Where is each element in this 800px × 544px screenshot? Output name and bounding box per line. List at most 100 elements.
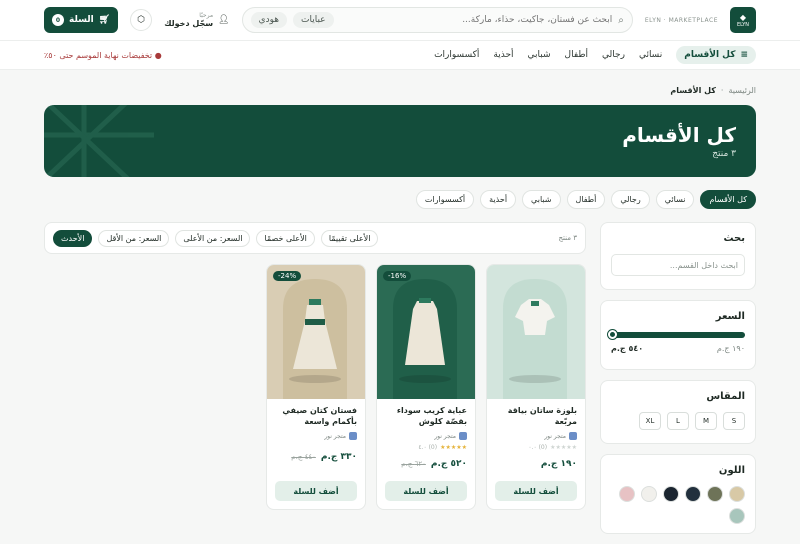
cart-label: السلة [69,15,94,25]
add-to-cart-button[interactable]: أضف للسلة [385,481,467,501]
search-chip-abaya[interactable]: عبايات [293,12,334,28]
promo-banner[interactable]: ● تخفيضات نهاية الموسم حتى ٥٠٪ [44,51,162,60]
brand-logo[interactable]: ◆ ELYN [730,7,756,33]
search-bar[interactable]: ⌕ عبايات هودي [241,7,633,33]
product-name[interactable]: عباية كريب سوداء بقصّة كلوش [385,405,467,429]
product-image[interactable]: 24%- [267,265,365,399]
brand-subtitle: ELYN · MARKETPLACE [644,16,718,24]
filter-sidebar: بحث ابحث داخل القسم... السعر ١٩٠ ج.م ٥٤٠… [600,222,756,544]
user-icon: 👤︎ [218,15,230,25]
product-image[interactable] [487,265,585,399]
price-range-fill [611,332,745,338]
sort-top-rated[interactable]: الأعلى تقييمًا [320,229,379,247]
product-card[interactable]: 24%- فستان كتان صيفي بأكمام واسعة متجر ن… [266,264,366,510]
size-s[interactable]: S [723,412,745,430]
sort-price-high[interactable]: السعر: من الأعلى [175,229,251,247]
price-min: ١٩٠ ج.م [716,344,745,353]
garment-illustration [283,279,347,399]
search-chip-hoodie[interactable]: هودي [250,12,287,28]
search-icon[interactable]: ⌕ [618,15,624,26]
nav-youth[interactable]: شبابي [528,50,551,60]
garment-illustration [503,279,567,399]
filter-search-panel: بحث ابحث داخل القسم... [600,222,756,290]
add-to-cart-button[interactable]: أضف للسلة [275,481,357,501]
box-icon[interactable]: ⬡ [130,9,153,31]
garment-illustration [393,279,457,399]
price-slider-handle[interactable] [608,330,617,339]
filter-search-title: بحث [723,233,745,244]
product-vendor[interactable]: متجر نور [324,433,346,440]
breadcrumb-home[interactable]: الرئيسية [728,86,756,95]
color-swatch[interactable] [685,486,701,502]
price-slider[interactable] [608,330,745,339]
product-count: ٣ منتج [712,149,736,159]
pill-shoes[interactable]: أحذية [480,190,517,209]
product-image[interactable]: 16%- [377,265,475,399]
filter-search-input[interactable]: ابحث داخل القسم... [611,254,745,276]
pill-men[interactable]: رجالي [611,190,650,209]
vendor-icon [349,432,357,440]
add-to-cart-button[interactable]: أضف للسلة [495,481,577,501]
sort-bar: ٣ منتج الأعلى تقييمًا الأعلى خصمًا السعر… [44,222,586,254]
product-name[interactable]: بلوزة ساتان بياقة مربّعة [495,405,577,429]
size-xl[interactable]: XL [639,412,661,430]
filter-size-title: المقاس [706,391,745,402]
product-price: ٣٣٠ ج.م [320,452,357,462]
sort-top-discount[interactable]: الأعلى خصمًا [256,229,315,247]
color-swatch[interactable] [707,486,723,502]
nav-men[interactable]: رجالي [602,50,625,60]
sort-price-low[interactable]: السعر: من الأقل [98,229,170,247]
menu-icon: ≡ [740,50,748,60]
color-swatch[interactable] [729,508,745,524]
nav-accessories[interactable]: أكسسوارات [434,50,479,60]
pill-women[interactable]: نسائي [655,190,695,209]
color-swatches [611,486,745,524]
rating-value: (0) ٠.٠ [528,444,548,451]
color-swatch[interactable] [663,486,679,502]
filter-price-panel: السعر ١٩٠ ج.م ٥٤٠ ج.م [600,300,756,370]
vendor-icon [459,432,467,440]
filter-price-title: السعر [715,311,745,322]
size-m[interactable]: M [695,412,717,430]
price-max: ٥٤٠ ج.م [611,344,644,353]
nav-shoes[interactable]: أحذية [493,50,513,60]
nav-kids[interactable]: أطفال [565,50,589,60]
logo-text: ELYN [736,21,750,28]
product-vendor[interactable]: متجر نور [544,433,566,440]
product-card[interactable]: بلوزة ساتان بياقة مربّعة متجر نور ★★★★★(… [486,264,586,510]
product-old-price: ٤٤٠ ج.م [291,453,316,461]
filter-size-panel: المقاس S M L XL [600,380,756,444]
pill-all[interactable]: كل الأقسام [700,190,756,209]
nav-all-categories[interactable]: ≡ كل الأقسام [676,46,756,64]
product-card[interactable]: 16%- عباية كريب سوداء بقصّة كلوش متجر نو… [376,264,476,510]
rating-stars: ★★★★★ [550,444,577,451]
pill-kids[interactable]: أطفال [566,190,606,209]
filter-color-title: اللون [718,465,745,476]
pill-youth[interactable]: شبابي [522,190,561,209]
vendor-icon [569,432,577,440]
logo-mark-icon: ◆ [739,12,747,22]
rating-stars: ★★★★★ [440,444,467,451]
pill-accessories[interactable]: أكسسوارات [415,190,475,209]
breadcrumb-current: كل الأقسام [670,86,716,95]
product-name[interactable]: فستان كتان صيفي بأكمام واسعة [275,405,357,429]
cart-button[interactable]: 🛒︎ السلة 0 [44,7,119,33]
product-price: ١٩٠ ج.م [540,459,577,469]
nav-all-label: كل الأقسام [684,50,736,60]
size-l[interactable]: L [667,412,689,430]
color-swatch[interactable] [641,486,657,502]
color-swatch[interactable] [619,486,635,502]
product-vendor[interactable]: متجر نور [434,433,456,440]
breadcrumb-separator: · [720,86,724,95]
category-pills: كل الأقسام نسائي رجالي أطفال شبابي أحذية… [415,190,756,209]
discount-badge: 24%- [273,271,302,281]
account-link[interactable]: 👤︎ مرحبًا سجّل دخولك [164,12,229,28]
nav-women[interactable]: نسائي [639,50,662,60]
cart-count-badge: 0 [52,14,64,26]
category-nav: ≡ كل الأقسام نسائي رجالي أطفال شبابي أحذ… [0,40,800,70]
search-input[interactable] [339,15,613,25]
top-bar: ◆ ELYN ELYN · MARKETPLACE ⌕ عبايات هودي … [0,0,800,40]
results-count: ٣ منتج [558,234,577,242]
color-swatch[interactable] [729,486,745,502]
sort-newest[interactable]: الأحدث [53,229,93,247]
